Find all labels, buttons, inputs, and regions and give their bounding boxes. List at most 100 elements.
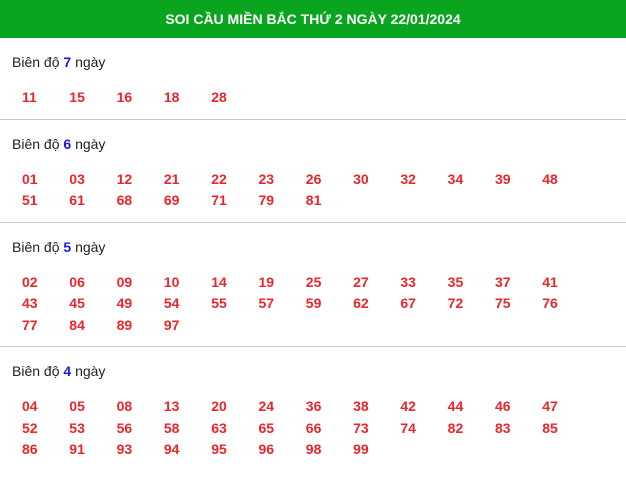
lottery-number: 71 bbox=[211, 192, 227, 208]
lottery-number: 69 bbox=[163, 192, 180, 208]
section-days: 7 bbox=[63, 54, 72, 70]
lottery-number: 25 bbox=[305, 273, 322, 290]
lottery-number: 84 bbox=[69, 316, 85, 333]
lottery-number: 32 bbox=[400, 170, 416, 187]
lottery-number: 22 bbox=[211, 170, 227, 187]
range-section-4: Biên độ 4 ngày 04 05 08 13 20 24 36 38 42 44 46 47 52… bbox=[0, 347, 626, 471]
lottery-number: 66 bbox=[305, 419, 322, 436]
page-title: SOI CẦU MIỀN BẮC THỨ 2 NGÀY 22/01/2024 bbox=[165, 11, 461, 27]
lottery-number: 08 bbox=[116, 398, 133, 414]
number-grid: 01 03 12 21 22 23 26 30 32 34 39 48 51 61 68 69 71 79 81 bbox=[0, 155, 626, 222]
lottery-number: 18 bbox=[163, 89, 180, 105]
lottery-number: 99 bbox=[353, 441, 369, 457]
lottery-number: 76 bbox=[542, 295, 558, 311]
lottery-number: 91 bbox=[69, 441, 85, 457]
lottery-number: 35 bbox=[447, 273, 464, 290]
lottery-number: 59 bbox=[305, 295, 322, 311]
lottery-number: 06 bbox=[69, 273, 85, 290]
lottery-number: 36 bbox=[305, 398, 322, 414]
lottery-number: 73 bbox=[353, 419, 369, 436]
lottery-number: 41 bbox=[542, 273, 558, 290]
section-days: 4 bbox=[63, 363, 72, 379]
lottery-number: 74 bbox=[400, 419, 416, 436]
lottery-number: 58 bbox=[163, 419, 180, 436]
lottery-number: 02 bbox=[22, 273, 38, 290]
lottery-number: 85 bbox=[542, 419, 558, 436]
lottery-number: 14 bbox=[211, 273, 227, 290]
lottery-number: 45 bbox=[69, 295, 85, 311]
lottery-number: 43 bbox=[22, 295, 38, 311]
lottery-number: 03 bbox=[69, 170, 85, 187]
lottery-number: 56 bbox=[116, 419, 133, 436]
number-grid: 02 06 09 10 14 19 25 27 33 35 37 41 43 45 49 54 55 57 59 62… bbox=[0, 258, 626, 347]
lottery-number: 68 bbox=[116, 192, 133, 208]
lottery-number: 16 bbox=[116, 89, 133, 105]
lottery-number: 24 bbox=[258, 398, 275, 414]
lottery-number: 30 bbox=[353, 170, 369, 187]
section-label-suffix: ngày bbox=[75, 238, 106, 255]
lottery-number: 54 bbox=[163, 295, 180, 311]
lottery-number: 05 bbox=[69, 398, 85, 414]
lottery-number: 13 bbox=[163, 398, 180, 414]
section-label-prefix: Biên độ bbox=[12, 363, 60, 379]
number-grid: 11 15 16 18 28 bbox=[0, 73, 626, 119]
lottery-number: 83 bbox=[494, 419, 511, 436]
lottery-number: 61 bbox=[69, 192, 85, 208]
section-days: 6 bbox=[63, 135, 72, 152]
lottery-number: 72 bbox=[447, 295, 464, 311]
lottery-number: 19 bbox=[258, 273, 275, 290]
lottery-number: 37 bbox=[494, 273, 511, 290]
section-title: Biên độ 4 ngày bbox=[0, 347, 626, 382]
section-title: Biên độ 5 ngày bbox=[0, 223, 626, 258]
lottery-number: 82 bbox=[447, 419, 464, 436]
section-label-suffix: ngày bbox=[75, 363, 106, 379]
section-label-prefix: Biên độ bbox=[12, 54, 60, 70]
lottery-number: 49 bbox=[116, 295, 133, 311]
lottery-number: 11 bbox=[22, 89, 37, 105]
lottery-number: 23 bbox=[258, 170, 275, 187]
lottery-number: 94 bbox=[163, 441, 180, 457]
lottery-number: 63 bbox=[211, 419, 227, 436]
lottery-number: 38 bbox=[353, 398, 369, 414]
section-title: Biên độ 6 ngày bbox=[0, 120, 626, 155]
lottery-number: 95 bbox=[211, 441, 227, 457]
lottery-number: 53 bbox=[69, 419, 85, 436]
lottery-number: 75 bbox=[494, 295, 511, 311]
lottery-number: 34 bbox=[447, 170, 464, 187]
lottery-number: 46 bbox=[494, 398, 511, 414]
lottery-number: 86 bbox=[22, 441, 38, 457]
lottery-number: 39 bbox=[494, 170, 511, 187]
lottery-number: 89 bbox=[116, 316, 133, 333]
lottery-number: 04 bbox=[22, 398, 38, 414]
lottery-number: 42 bbox=[400, 398, 416, 414]
lottery-number: 21 bbox=[163, 170, 180, 187]
lottery-number: 77 bbox=[22, 316, 38, 333]
range-section-6: Biên độ 6 ngày 01 03 12 21 22 23 26 30 32 34 39 48 51… bbox=[0, 120, 626, 223]
lottery-number: 65 bbox=[258, 419, 275, 436]
lottery-number: 57 bbox=[258, 295, 275, 311]
lottery-number: 12 bbox=[116, 170, 133, 187]
range-section-5: Biên độ 5 ngày 02 06 09 10 14 19 25 27 33 35 37 41 43… bbox=[0, 223, 626, 347]
lottery-number: 96 bbox=[258, 441, 275, 457]
lottery-number: 44 bbox=[447, 398, 464, 414]
lottery-number: 27 bbox=[353, 273, 369, 290]
section-label-suffix: ngày bbox=[75, 135, 106, 152]
lottery-number: 26 bbox=[305, 170, 322, 187]
lottery-number: 15 bbox=[69, 89, 85, 105]
lottery-number: 01 bbox=[22, 170, 38, 187]
lottery-number: 09 bbox=[116, 273, 133, 290]
lottery-number: 10 bbox=[163, 273, 180, 290]
lottery-number: 33 bbox=[400, 273, 416, 290]
lottery-number: 48 bbox=[542, 170, 558, 187]
lottery-number: 93 bbox=[116, 441, 133, 457]
lottery-number: 20 bbox=[211, 398, 227, 414]
section-label-prefix: Biên độ bbox=[12, 238, 60, 255]
page-header: SOI CẦU MIỀN BẮC THỨ 2 NGÀY 22/01/2024 bbox=[0, 0, 626, 38]
lottery-number: 47 bbox=[542, 398, 558, 414]
section-label-suffix: ngày bbox=[75, 54, 106, 70]
lottery-number: 97 bbox=[163, 316, 180, 333]
lottery-number: 28 bbox=[211, 89, 227, 105]
lottery-number: 62 bbox=[353, 295, 369, 311]
section-label-prefix: Biên độ bbox=[12, 135, 60, 152]
lottery-number: 55 bbox=[211, 295, 227, 311]
